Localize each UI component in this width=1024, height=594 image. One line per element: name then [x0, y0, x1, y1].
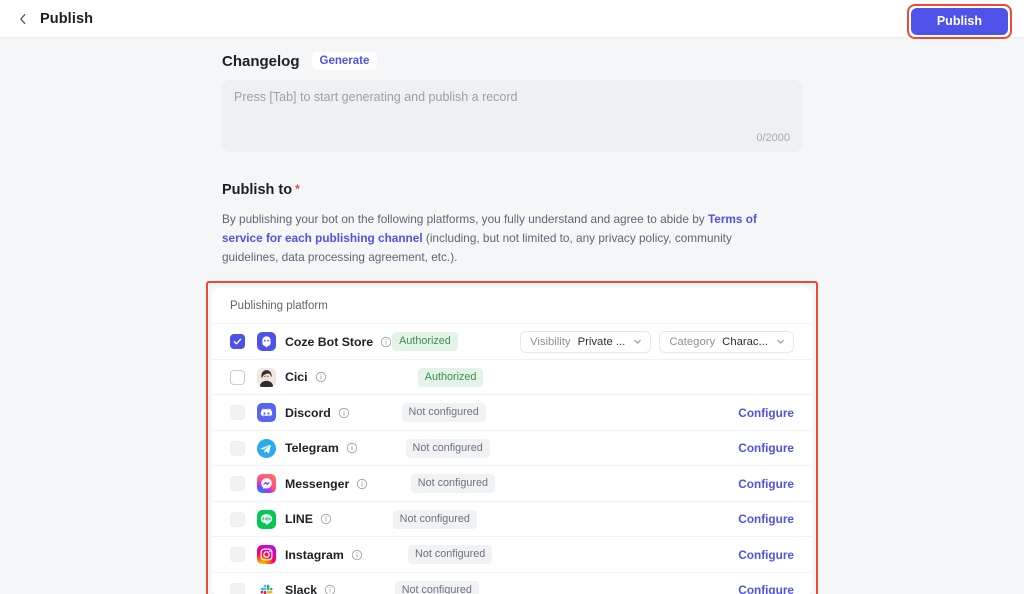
page-content: Changelog Generate Press [Tab] to start …: [0, 38, 1024, 594]
platform-status-cell: Not configured: [410, 474, 696, 494]
platform-name: Slack: [285, 583, 318, 594]
configure-link[interactable]: Configure: [738, 512, 794, 526]
platform-row-line: LINE Not configured Configure: [212, 500, 812, 537]
messenger-icon: [257, 474, 276, 494]
status-badge: Not configured: [410, 474, 495, 494]
platform-checkbox: [230, 476, 245, 492]
publish-to-title: Publish to *: [222, 182, 802, 198]
cici-icon: [257, 367, 276, 387]
platform-status-cell: Not configured: [405, 438, 691, 458]
info-icon[interactable]: [315, 371, 327, 383]
publish-button-highlight: Publish: [906, 4, 1012, 39]
instagram-icon: [257, 545, 276, 565]
platform-status-cell: Authorized: [417, 367, 703, 387]
info-icon[interactable]: [338, 407, 350, 419]
platform-row-coze-bot-store: Coze Bot Store Authorized Visibility Privat…: [212, 323, 812, 359]
platform-name: Telegram: [285, 441, 339, 456]
discord-icon: [257, 403, 276, 423]
platform-row-actions: Configure: [738, 512, 794, 526]
platform-status-cell: Not configured: [394, 580, 680, 594]
platform-row-telegram: Telegram Not configured Configure: [212, 429, 812, 466]
platform-status-cell: Not configured: [408, 545, 693, 565]
platform-name: Messenger: [285, 476, 350, 491]
platform-row-discord: Discord Not configured Configure: [212, 394, 812, 430]
platform-status-cell: Not configured: [401, 403, 687, 423]
chevron-down-icon: [632, 336, 643, 347]
configure-link[interactable]: Configure: [738, 548, 794, 562]
platform-checkbox: [230, 440, 245, 456]
top-bar: Publish Publish: [0, 0, 1024, 39]
legal-text-pre: By publishing your bot on the following …: [222, 212, 708, 226]
select-visibility[interactable]: Visibility Private ...: [519, 330, 652, 353]
info-icon[interactable]: [346, 442, 358, 454]
status-badge: Authorized: [392, 332, 458, 352]
platform-checkbox: [230, 582, 245, 594]
chevron-left-icon[interactable]: [14, 10, 32, 28]
select-value: Private ...: [577, 335, 626, 348]
platform-row-actions: Configure: [738, 406, 794, 420]
platform-checkbox: [230, 547, 245, 563]
platform-checkbox[interactable]: [230, 369, 245, 385]
info-icon[interactable]: [356, 478, 368, 490]
info-icon[interactable]: [324, 584, 336, 594]
platform-name: Discord: [285, 405, 331, 420]
configure-link[interactable]: Configure: [738, 477, 794, 491]
platform-status-cell: Not configured: [392, 509, 678, 529]
select-label: Category: [669, 335, 716, 348]
platform-row-actions: Visibility Private ... Category Charac...: [519, 330, 794, 353]
info-icon[interactable]: [380, 336, 392, 348]
platform-row-instagram: Instagram Not configured Configure: [212, 536, 812, 572]
select-category[interactable]: Category Charac...: [659, 330, 794, 353]
platform-name: LINE: [285, 512, 314, 527]
publishing-platform-card: Publishing platform Coze Bot Store Author…: [212, 287, 812, 594]
platform-row-messenger: Messenger Not configured Configure: [212, 465, 812, 501]
select-label: Visibility: [529, 335, 571, 348]
status-badge: Authorized: [417, 367, 484, 387]
changelog-placeholder: Press [Tab] to start generating and publ…: [234, 90, 518, 104]
platform-row-slack: Slack Not configured Configure: [212, 571, 812, 594]
coze-bot-store-icon: [257, 332, 276, 352]
line-icon: [257, 509, 276, 529]
platform-row-cici: Cici Authorized: [212, 358, 812, 395]
slack-icon: [257, 580, 276, 594]
platform-checkbox[interactable]: [230, 334, 245, 350]
platform-rows: Coze Bot Store Authorized Visibility Privat…: [212, 323, 812, 594]
platform-row-actions: Configure: [738, 548, 794, 562]
publishing-platform-header: Publishing platform: [230, 300, 328, 313]
generate-button[interactable]: Generate: [311, 52, 378, 70]
status-badge: Not configured: [405, 438, 490, 458]
platform-status-cell: Authorized: [392, 332, 520, 352]
platform-checkbox: [230, 405, 245, 421]
status-badge: Not configured: [392, 509, 477, 529]
platform-name: Cici: [285, 370, 308, 385]
info-icon[interactable]: [320, 513, 332, 525]
page-title: Publish: [40, 10, 94, 27]
publishing-platform-highlight: Publishing platform Coze Bot Store Author…: [206, 281, 818, 594]
changelog-header: Changelog Generate: [222, 52, 802, 70]
legal-disclaimer: By publishing your bot on the following …: [222, 210, 784, 267]
platform-name: Coze Bot Store: [285, 334, 374, 349]
chevron-down-icon: [775, 336, 786, 347]
info-icon[interactable]: [351, 549, 363, 561]
platform-row-actions: Configure: [738, 477, 794, 491]
changelog-title: Changelog: [222, 52, 300, 70]
required-marker: *: [295, 182, 300, 196]
status-badge: Not configured: [408, 545, 493, 565]
platform-row-actions: Configure: [738, 583, 794, 594]
status-badge: Not configured: [394, 580, 479, 594]
publish-button[interactable]: Publish: [910, 8, 1008, 35]
select-value: Charac...: [722, 335, 768, 348]
publish-to-label: Publish to: [222, 182, 293, 198]
platform-row-actions: Configure: [738, 441, 794, 455]
status-badge: Not configured: [401, 403, 486, 423]
platform-checkbox: [230, 511, 245, 527]
configure-link[interactable]: Configure: [738, 583, 794, 594]
changelog-textarea[interactable]: Press [Tab] to start generating and publ…: [222, 80, 802, 152]
telegram-icon: [257, 438, 276, 458]
configure-link[interactable]: Configure: [738, 441, 794, 455]
configure-link[interactable]: Configure: [738, 406, 794, 420]
platform-name: Instagram: [285, 547, 344, 562]
changelog-char-counter: 0/2000: [756, 132, 790, 144]
